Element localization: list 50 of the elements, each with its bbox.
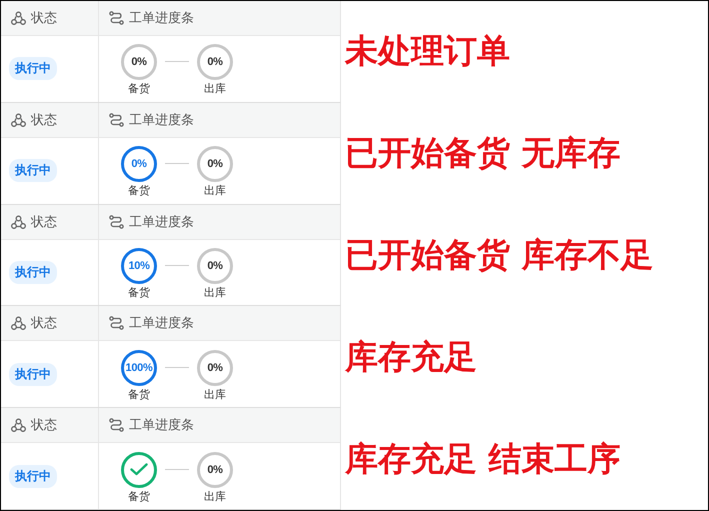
- column-header: 工单进度条: [129, 112, 194, 129]
- step-label: 备货: [128, 284, 150, 300]
- caption: 库存充足: [345, 336, 477, 378]
- step-label: 出库: [204, 81, 226, 96]
- column-header: 状态: [31, 214, 57, 231]
- progress-percent: 0%: [207, 362, 223, 374]
- step-label: 出库: [204, 386, 226, 402]
- step-label: 出库: [204, 284, 226, 300]
- status-icon: [11, 112, 26, 127]
- step-label: 备货: [128, 386, 150, 402]
- column-header: 工单进度条: [129, 214, 194, 231]
- status-icon: [11, 214, 26, 229]
- step-label: 备货: [128, 488, 150, 504]
- status-tag: 执行中: [9, 260, 57, 284]
- column-header: 状态: [31, 417, 57, 434]
- progress-percent: 100%: [126, 362, 152, 374]
- route-icon: [109, 214, 124, 229]
- status-tag: 执行中: [9, 57, 57, 80]
- route-icon: [109, 418, 124, 432]
- column-header: 工单进度条: [129, 10, 194, 27]
- progress-percent: 0%: [207, 158, 223, 170]
- route-icon: [109, 316, 124, 330]
- progress-percent: 0%: [207, 56, 223, 68]
- progress-percent: 0%: [207, 260, 223, 272]
- column-header: 状态: [31, 315, 57, 332]
- column-header: 状态: [31, 112, 57, 129]
- progress-percent: 0%: [207, 464, 223, 476]
- status-tag: 执行中: [9, 159, 57, 182]
- column-header: 状态: [31, 10, 57, 27]
- status-icon: [11, 11, 26, 25]
- status-tag: 执行中: [9, 362, 57, 386]
- step-label: 备货: [128, 183, 150, 198]
- column-header: 工单进度条: [129, 315, 194, 332]
- column-header: 工单进度条: [129, 417, 194, 434]
- status-icon: [11, 316, 26, 330]
- progress-percent: 0%: [131, 56, 147, 68]
- caption: 未处理订单: [345, 30, 510, 72]
- progress-percent: 0%: [131, 158, 147, 170]
- step-label: 备货: [128, 81, 150, 96]
- caption: 已开始备货 库存不足: [345, 234, 654, 276]
- caption: 库存充足 结束工序: [345, 438, 620, 480]
- route-icon: [109, 112, 124, 127]
- status-icon: [11, 418, 26, 432]
- step-label: 出库: [204, 183, 226, 198]
- check-icon: [130, 463, 148, 476]
- step-label: 出库: [204, 488, 226, 504]
- route-icon: [109, 11, 124, 25]
- progress-percent: 10%: [128, 260, 150, 272]
- caption: 已开始备货 无库存: [345, 132, 620, 174]
- status-tag: 执行中: [9, 464, 57, 488]
